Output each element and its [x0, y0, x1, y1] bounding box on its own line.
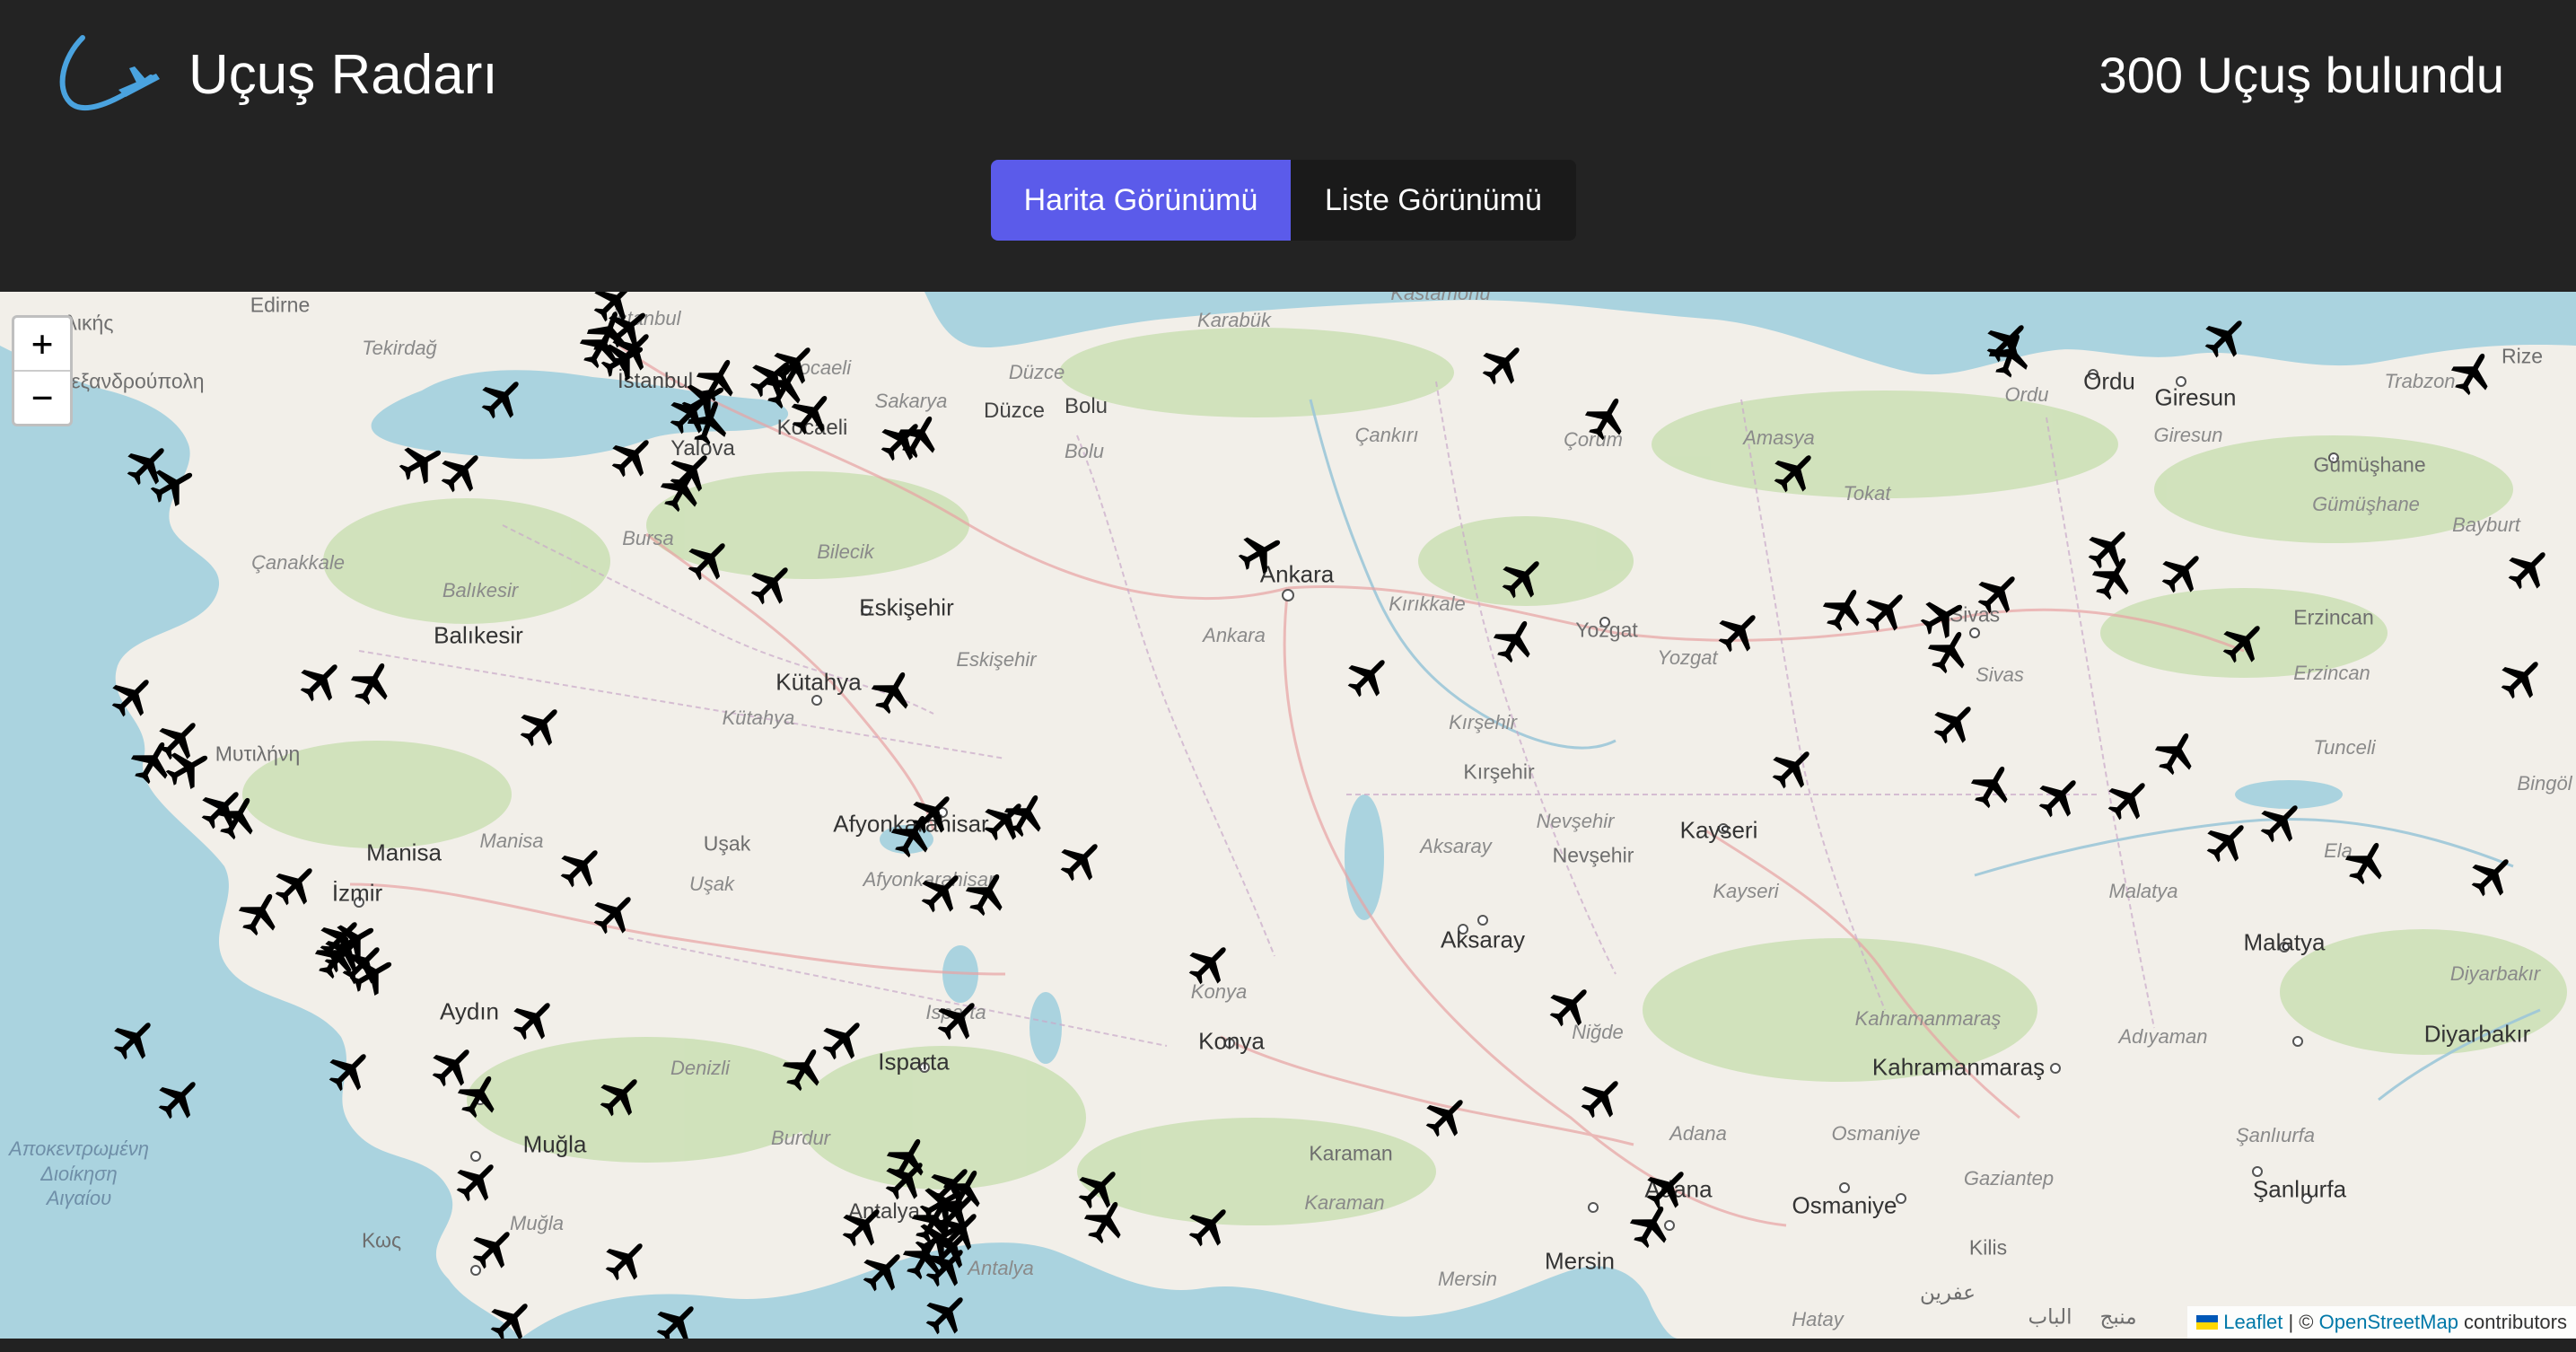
plane-icon[interactable]: [1626, 1200, 1677, 1251]
plane-icon[interactable]: [110, 1014, 160, 1064]
header: Uçuş Radarı 300 Uçuş bulundu Harita Görü…: [0, 0, 2576, 292]
plane-icon[interactable]: [213, 792, 263, 842]
plane-icon[interactable]: [509, 994, 559, 1044]
plane-icon[interactable]: [154, 1073, 205, 1123]
plane-icon[interactable]: [657, 464, 707, 514]
plane-icon[interactable]: [838, 1200, 889, 1251]
plane-icon[interactable]: [486, 1295, 537, 1339]
plane-icon[interactable]: [779, 1043, 829, 1093]
app-title: Uçuş Radarı: [188, 44, 498, 106]
plane-icon[interactable]: [2151, 727, 2202, 777]
plane-icon[interactable]: [1498, 552, 1548, 602]
plane-icon[interactable]: [922, 1241, 972, 1291]
plane-icon[interactable]: [1422, 1091, 1472, 1141]
plane-icon[interactable]: [962, 868, 1012, 918]
plane-icon[interactable]: [2219, 617, 2269, 667]
plane-icon[interactable]: [452, 1155, 503, 1206]
map-attribution: Leaflet | © OpenStreetMap contributors: [2187, 1306, 2576, 1339]
plane-icon[interactable]: [1185, 938, 1235, 988]
plane-icon[interactable]: [596, 1070, 646, 1120]
plane-icon[interactable]: [1770, 446, 1820, 496]
plane-icon[interactable]: [1490, 615, 1540, 665]
plane-icon[interactable]: [148, 460, 198, 510]
plane-icon[interactable]: [235, 888, 285, 938]
plane-icon[interactable]: [1056, 835, 1107, 885]
attribution-separator: | ©: [2282, 1311, 2319, 1333]
plane-icon[interactable]: [859, 1245, 909, 1295]
plane-icon[interactable]: [296, 655, 346, 706]
plane-icon[interactable]: [922, 1288, 972, 1339]
bottom-bar: [0, 1339, 2576, 1352]
plane-icon[interactable]: [1582, 392, 1632, 443]
plane-icon[interactable]: [454, 1070, 504, 1120]
zoom-control: + −: [12, 315, 73, 426]
plane-icon[interactable]: [469, 1223, 519, 1273]
plane-icon[interactable]: [1478, 338, 1529, 389]
plane-icon[interactable]: [917, 866, 968, 917]
plane-icon[interactable]: [1974, 567, 2024, 618]
map-view-button[interactable]: Harita Görünümü: [991, 160, 1291, 241]
plane-icon[interactable]: [1236, 527, 1286, 577]
plane-swoosh-icon: [59, 35, 160, 110]
plane-icon[interactable]: [2089, 552, 2139, 602]
plane-icon[interactable]: [608, 431, 658, 481]
app-root: Uçuş Radarı 300 Uçuş bulundu Harita Görü…: [0, 0, 2576, 1352]
zoom-out-button[interactable]: −: [14, 370, 70, 424]
plane-icon[interactable]: [684, 534, 734, 584]
plane-icon[interactable]: [2104, 774, 2154, 824]
plane-icon[interactable]: [2497, 653, 2547, 703]
osm-link[interactable]: OpenStreetMap: [2319, 1311, 2458, 1334]
plane-icon[interactable]: [1985, 329, 2036, 380]
flight-map[interactable]: Edirne Tekirdağ İstanbul İstanbul Kocael…: [0, 292, 2576, 1339]
plane-icon[interactable]: [320, 926, 371, 977]
plane-icon[interactable]: [108, 671, 158, 721]
plane-icon[interactable]: [1344, 651, 1394, 701]
plane-icon[interactable]: [787, 388, 837, 438]
leaflet-link[interactable]: Leaflet: [2223, 1311, 2282, 1334]
plane-icon[interactable]: [2342, 837, 2392, 887]
plane-icon[interactable]: [516, 700, 566, 751]
plane-icon[interactable]: [933, 994, 984, 1044]
plane-icon[interactable]: [1768, 742, 1818, 793]
plane-icon[interactable]: [1081, 1196, 1131, 1246]
plane-icon[interactable]: [2158, 547, 2208, 597]
plane-icon[interactable]: [556, 841, 607, 891]
list-view-button[interactable]: Liste Görünümü: [1291, 160, 1576, 241]
flight-markers: [0, 292, 2576, 1339]
plane-icon[interactable]: [1714, 606, 1765, 656]
plane-icon[interactable]: [1967, 760, 2018, 811]
plane-icon[interactable]: [2035, 771, 2085, 821]
plane-icon[interactable]: [1924, 626, 1975, 676]
plane-icon[interactable]: [2203, 816, 2253, 866]
plane-icon[interactable]: [747, 558, 797, 609]
plane-icon[interactable]: [437, 446, 487, 496]
plane-icon[interactable]: [895, 410, 945, 461]
zoom-in-button[interactable]: +: [14, 318, 70, 370]
view-toggle: Harita Görünümü Liste Görünümü: [991, 160, 1576, 241]
plane-icon[interactable]: [1546, 980, 1596, 1031]
plane-icon[interactable]: [347, 657, 398, 707]
plane-icon[interactable]: [653, 1297, 703, 1339]
attribution-suffix: contributors: [2458, 1311, 2567, 1333]
plane-icon[interactable]: [1185, 1200, 1235, 1251]
plane-icon[interactable]: [684, 397, 734, 447]
plane-icon[interactable]: [2256, 796, 2307, 847]
plane-icon[interactable]: [1001, 789, 1051, 839]
ukraine-flag-icon: [2196, 1315, 2219, 1330]
plane-icon[interactable]: [325, 1045, 375, 1095]
plane-icon[interactable]: [868, 666, 918, 716]
plane-icon[interactable]: [601, 1234, 652, 1285]
plane-icon[interactable]: [2467, 850, 2518, 900]
plane-icon[interactable]: [1930, 698, 1980, 748]
plane-icon[interactable]: [603, 303, 653, 353]
plane-icon[interactable]: [888, 810, 938, 860]
plane-icon[interactable]: [590, 888, 640, 938]
plane-icon[interactable]: [2201, 312, 2251, 362]
plane-icon[interactable]: [478, 373, 528, 423]
flight-count: 300 Uçuş bulundu: [2098, 47, 2504, 103]
plane-icon[interactable]: [2448, 347, 2498, 398]
plane-icon[interactable]: [1862, 585, 1912, 636]
plane-icon[interactable]: [1577, 1072, 1627, 1122]
plane-icon[interactable]: [2504, 543, 2554, 593]
